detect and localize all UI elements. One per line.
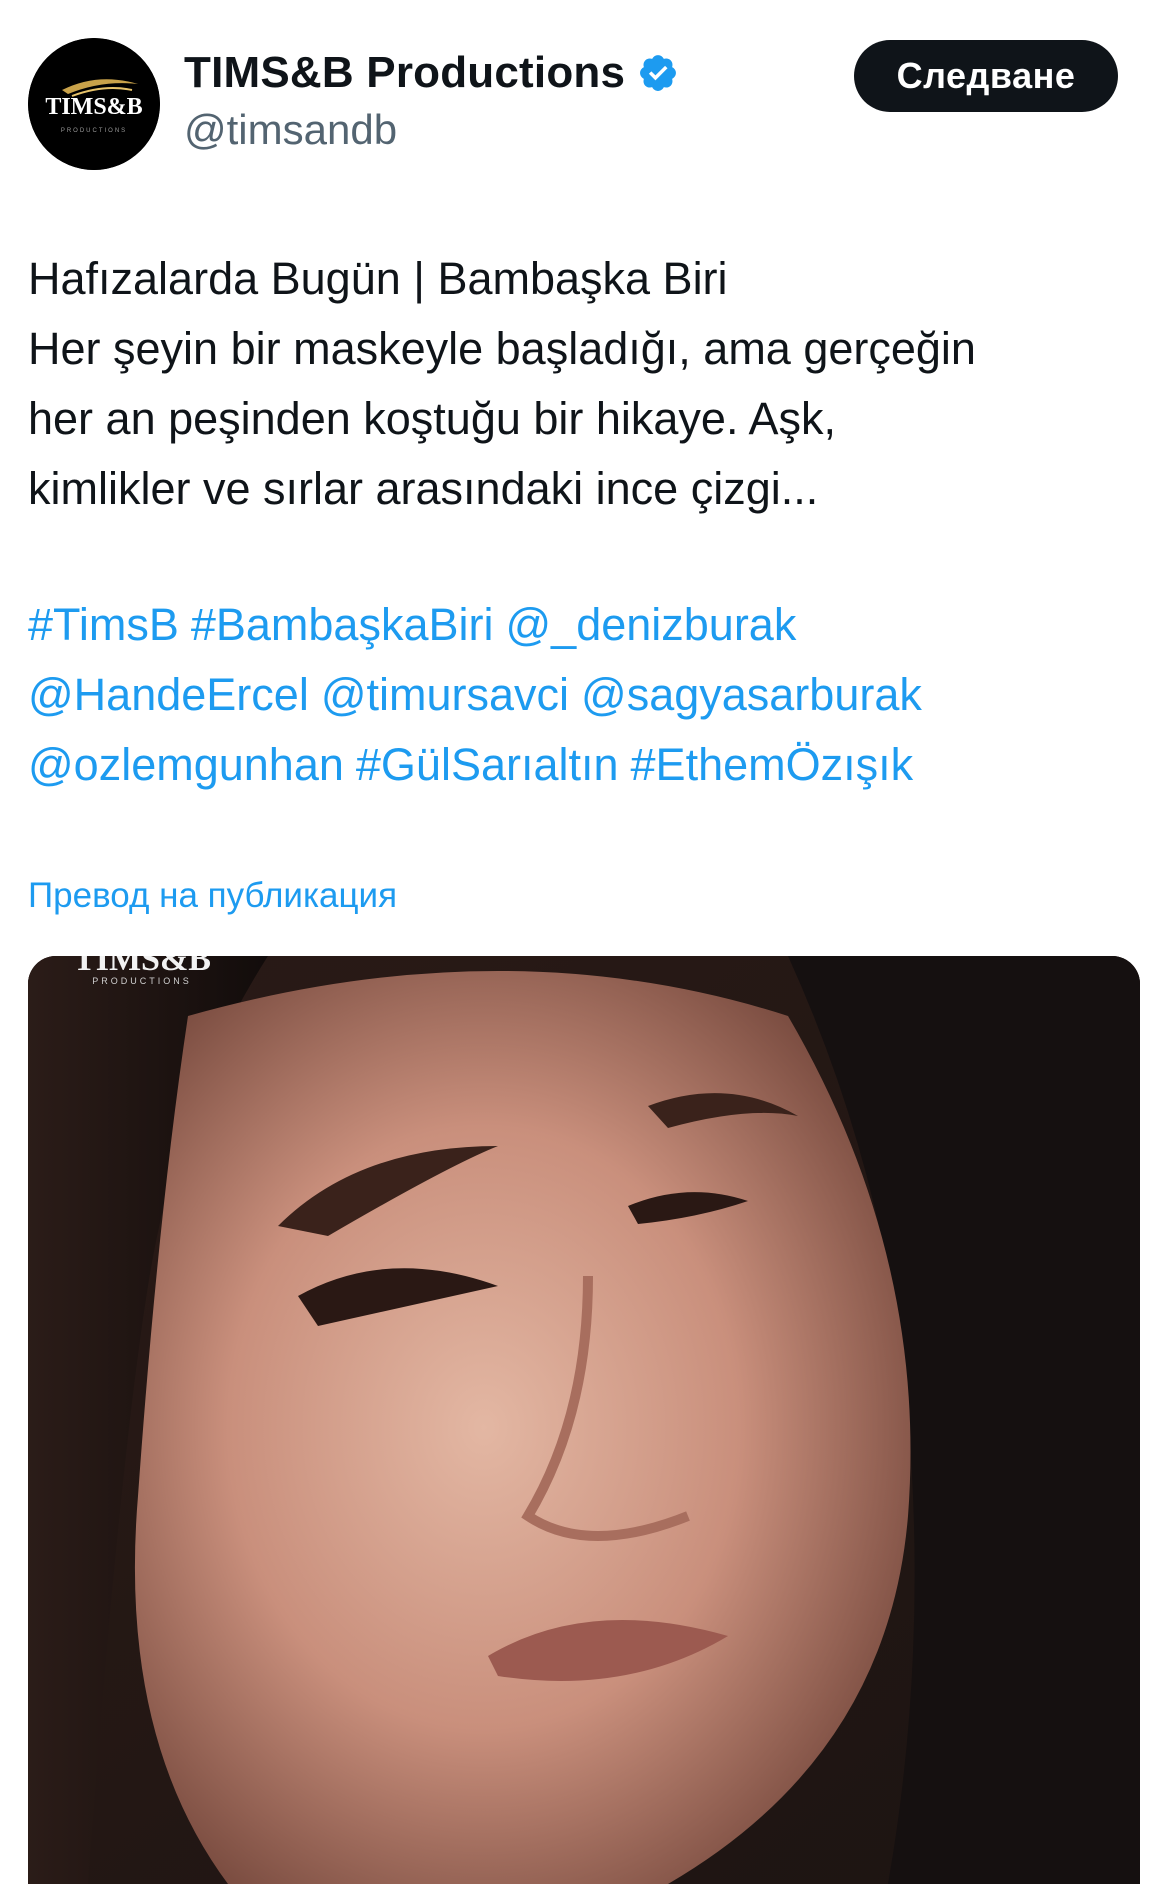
follow-button[interactable]: Следване: [854, 40, 1118, 112]
hashtag-link[interactable]: #BambaşkaBiri: [191, 599, 494, 650]
avatar-text: TIMS&B: [45, 94, 142, 120]
avatar-subtext: PRODUCTIONS: [61, 128, 127, 134]
translate-post-link[interactable]: Превод на публикация: [28, 876, 397, 916]
mention-link[interactable]: @sagyasarburak: [581, 669, 922, 720]
avatar[interactable]: TIMS&B PRODUCTIONS: [28, 38, 160, 170]
hashtag-link[interactable]: #EthemÖzışık: [631, 739, 914, 790]
avatar-logo: TIMS&B PRODUCTIONS: [28, 38, 160, 170]
tweet-media-image[interactable]: TIMS&B PRODUCTIONS: [28, 956, 1140, 1884]
mention-link[interactable]: @HandeErcel: [28, 669, 309, 720]
tag-line: @HandeErcel @timursavci @sagyasarburak: [28, 660, 1138, 730]
mention-link[interactable]: @timursavci: [321, 669, 569, 720]
tweet-line: Her şeyin bir maskeyle başladığı, ama ge…: [28, 323, 976, 374]
tweet-tags: #TimsB #BambaşkaBiri @_denizburak @HandeEr…: [28, 590, 1138, 800]
tweet-text: Hafızalarda Bugün | Bambaşka Biri Her şe…: [28, 244, 1138, 524]
tweet-line: Hafızalarda Bugün | Bambaşka Biri: [28, 253, 728, 304]
display-name[interactable]: TIMS&B Productions: [184, 48, 679, 98]
media-photo: TIMS&B PRODUCTIONS: [28, 956, 1140, 1884]
media-watermark: TIMS&B: [73, 956, 211, 978]
tag-line: @ozlemgunhan #GülSarıaltın #EthemÖzışık: [28, 730, 1138, 800]
mention-link[interactable]: @ozlemgunhan: [28, 739, 344, 790]
media-watermark-sub: PRODUCTIONS: [92, 976, 192, 986]
mention-link[interactable]: @_denizburak: [505, 599, 796, 650]
display-name-text[interactable]: TIMS&B Productions: [184, 48, 625, 98]
hashtag-link[interactable]: #GülSarıaltın: [356, 739, 619, 790]
account-handle[interactable]: @timsandb: [184, 106, 397, 154]
tweet-line: her an peşinden koştuğu bir hikaye. Aşk,: [28, 393, 837, 444]
verified-badge-icon: [637, 52, 679, 94]
tag-line: #TimsB #BambaşkaBiri @_denizburak: [28, 590, 1138, 660]
hashtag-link[interactable]: #TimsB: [28, 599, 179, 650]
tweet-line: kimlikler ve sırlar arasındaki ince çizg…: [28, 463, 819, 514]
